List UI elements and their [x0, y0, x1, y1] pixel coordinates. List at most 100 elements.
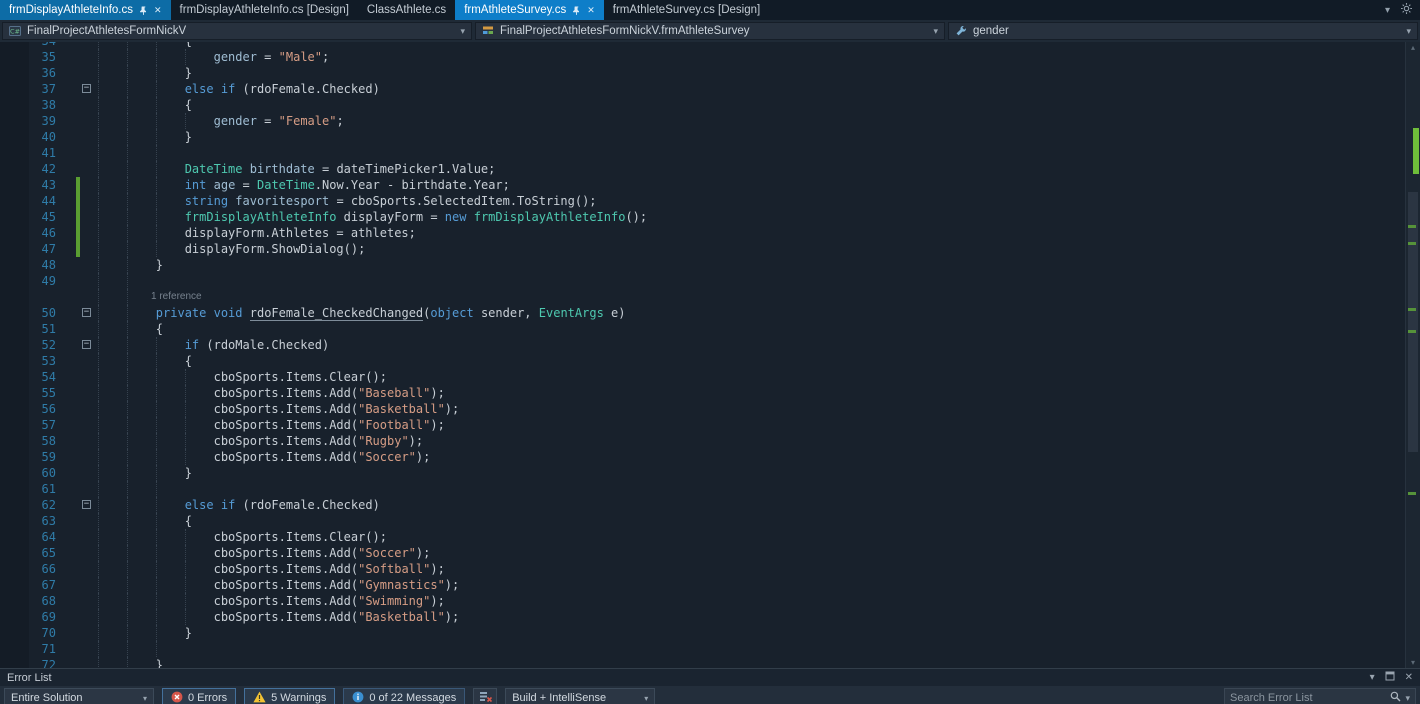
line-number[interactable]: 52	[0, 337, 56, 353]
code-line[interactable]: 34 {	[0, 42, 1405, 49]
code-line[interactable]: 56 cboSports.Items.Add("Basketball");	[0, 401, 1405, 417]
search-error-list-box[interactable]: ▾	[1224, 688, 1416, 704]
fold-marker[interactable]: −	[82, 308, 91, 317]
close-icon[interactable]: ✕	[154, 6, 162, 15]
line-number[interactable]: 42	[0, 161, 56, 177]
messages-filter-button[interactable]: 0 of 22 Messages	[343, 688, 465, 704]
project-dropdown[interactable]: C# FinalProjectAthletesFormNickV ▾	[2, 22, 472, 40]
code-line[interactable]: 67 cboSports.Items.Add("Gymnastics");	[0, 577, 1405, 593]
code-line[interactable]: 64 cboSports.Items.Clear();	[0, 529, 1405, 545]
fold-marker[interactable]: −	[82, 340, 91, 349]
code-line[interactable]: 46 displayForm.Athletes = athletes;	[0, 225, 1405, 241]
pin-icon[interactable]	[139, 6, 148, 15]
line-number[interactable]: 68	[0, 593, 56, 609]
code-text[interactable]: gender = "Female";	[98, 113, 344, 129]
search-error-list-input[interactable]	[1230, 692, 1386, 704]
code-line[interactable]: 66 cboSports.Items.Add("Softball");	[0, 561, 1405, 577]
code-line[interactable]: 47 displayForm.ShowDialog();	[0, 241, 1405, 257]
code-text[interactable]: {	[98, 97, 192, 113]
code-text[interactable]: string favoritesport = cboSports.Selecte…	[98, 193, 597, 209]
code-line[interactable]: 71	[0, 641, 1405, 657]
code-line[interactable]: 69 cboSports.Items.Add("Basketball");	[0, 609, 1405, 625]
code-text[interactable]: {	[98, 513, 192, 529]
code-line[interactable]: 72 }	[0, 657, 1405, 668]
line-number[interactable]: 38	[0, 97, 56, 113]
line-number[interactable]: 62	[0, 497, 56, 513]
code-text[interactable]: int age = DateTime.Now.Year - birthdate.…	[98, 177, 510, 193]
code-text[interactable]: cboSports.Items.Add("Basketball");	[98, 609, 459, 625]
line-number[interactable]: 51	[0, 321, 56, 337]
close-panel-icon[interactable]: ✕	[1405, 672, 1413, 683]
line-number[interactable]: 50	[0, 305, 56, 321]
code-line[interactable]: 55 cboSports.Items.Add("Baseball");	[0, 385, 1405, 401]
code-text[interactable]: cboSports.Items.Add("Football");	[98, 417, 445, 433]
code-text[interactable]: displayForm.Athletes = athletes;	[98, 225, 416, 241]
code-line[interactable]: 44 string favoritesport = cboSports.Sele…	[0, 193, 1405, 209]
code-text[interactable]: frmDisplayAthleteInfo displayForm = new …	[98, 209, 647, 225]
line-number[interactable]: 72	[0, 657, 56, 668]
code-line[interactable]: 38 {	[0, 97, 1405, 113]
errors-filter-button[interactable]: 0 Errors	[162, 688, 236, 704]
code-text[interactable]: cboSports.Items.Add("Swimming");	[98, 593, 445, 609]
code-line[interactable]: 57 cboSports.Items.Add("Football");	[0, 417, 1405, 433]
close-icon[interactable]: ✕	[587, 6, 595, 15]
type-dropdown[interactable]: FinalProjectAthletesFormNickV.frmAthlete…	[475, 22, 945, 40]
line-number[interactable]: 56	[0, 401, 56, 417]
scope-dropdown[interactable]: Entire Solution ▾	[4, 688, 154, 704]
code-text[interactable]: cboSports.Items.Add("Rugby");	[98, 433, 423, 449]
code-line[interactable]: 43 int age = DateTime.Now.Year - birthda…	[0, 177, 1405, 193]
code-line[interactable]: 60 }	[0, 465, 1405, 481]
line-number[interactable]: 35	[0, 49, 56, 65]
code-line[interactable]: 49	[0, 273, 1405, 289]
line-number[interactable]: 47	[0, 241, 56, 257]
gear-icon[interactable]	[1401, 3, 1412, 17]
code-text[interactable]: }	[98, 625, 192, 641]
float-window-icon[interactable]	[1385, 671, 1395, 684]
code-text[interactable]: private void rdoFemale_CheckedChanged(ob…	[98, 305, 625, 321]
line-number[interactable]: 59	[0, 449, 56, 465]
code-text[interactable]: }	[98, 129, 192, 145]
tab-ClassAthlete-cs[interactable]: ClassAthlete.cs	[358, 0, 455, 20]
code-text[interactable]: cboSports.Items.Add("Basketball");	[98, 401, 459, 417]
codelens-row[interactable]: 1 reference	[0, 289, 1405, 305]
chevron-down-icon[interactable]: ▾	[1385, 5, 1390, 16]
line-number[interactable]: 45	[0, 209, 56, 225]
line-number[interactable]: 43	[0, 177, 56, 193]
tab-frmAthleteSurvey-cs-design[interactable]: frmAthleteSurvey.cs [Design]	[604, 0, 769, 20]
line-number[interactable]: 36	[0, 65, 56, 81]
fold-marker[interactable]: −	[82, 84, 91, 93]
code-line[interactable]: 62 − else if (rdoFemale.Checked)	[0, 497, 1405, 513]
code-text[interactable]: {	[98, 353, 192, 369]
code-text[interactable]: cboSports.Items.Clear();	[98, 529, 387, 545]
line-number[interactable]: 44	[0, 193, 56, 209]
code-text[interactable]: }	[98, 257, 163, 273]
line-number[interactable]: 60	[0, 465, 56, 481]
line-number[interactable]: 54	[0, 369, 56, 385]
code-text[interactable]: else if (rdoFemale.Checked)	[98, 497, 380, 513]
fold-marker[interactable]: −	[82, 500, 91, 509]
tab-frmDisplayAthleteInfo-cs-design[interactable]: frmDisplayAthleteInfo.cs [Design]	[171, 0, 358, 20]
code-text[interactable]: else if (rdoFemale.Checked)	[98, 81, 380, 97]
line-number[interactable]: 66	[0, 561, 56, 577]
line-number[interactable]: 34	[0, 42, 56, 49]
line-number[interactable]: 37	[0, 81, 56, 97]
line-number[interactable]: 58	[0, 433, 56, 449]
code-area[interactable]: 34 {35 gender = "Male"; 36 } 37 − else if (…	[0, 42, 1405, 668]
code-text[interactable]: if (rdoMale.Checked)	[98, 337, 329, 353]
line-number[interactable]: 57	[0, 417, 56, 433]
code-line[interactable]: 65 cboSports.Items.Add("Soccer");	[0, 545, 1405, 561]
code-line[interactable]: 37 − else if (rdoFemale.Checked)	[0, 81, 1405, 97]
line-number[interactable]: 63	[0, 513, 56, 529]
code-line[interactable]: 40 }	[0, 129, 1405, 145]
search-options-chevron-icon[interactable]: ▾	[1405, 693, 1410, 704]
line-number[interactable]: 69	[0, 609, 56, 625]
code-text[interactable]: cboSports.Items.Add("Softball");	[98, 561, 445, 577]
code-text[interactable]: gender = "Male";	[98, 49, 329, 65]
line-number[interactable]: 71	[0, 641, 56, 657]
pin-icon[interactable]	[572, 6, 581, 15]
search-icon[interactable]	[1390, 689, 1401, 704]
code-text[interactable]: cboSports.Items.Add("Baseball");	[98, 385, 445, 401]
tab-frmDisplayAthleteInfo-cs[interactable]: frmDisplayAthleteInfo.cs ✕	[0, 0, 171, 20]
scroll-down-icon[interactable]: ▾	[1406, 658, 1420, 667]
code-text[interactable]: }	[98, 465, 192, 481]
